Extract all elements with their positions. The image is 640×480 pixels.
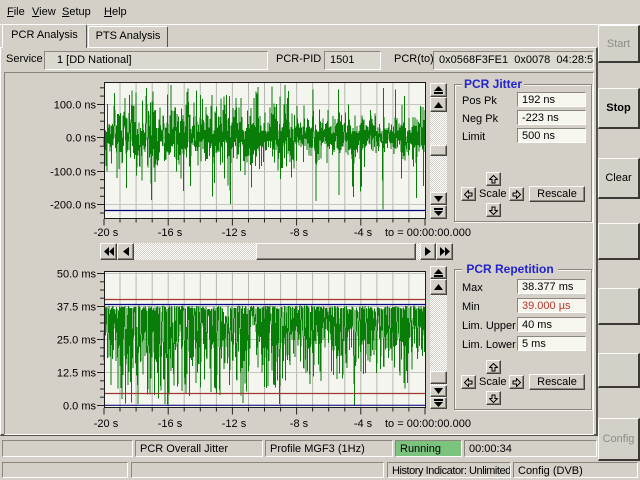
svg-text:-200.0 ns: -200.0 ns (50, 200, 96, 212)
svg-text:0.0 ms: 0.0 ms (63, 401, 97, 413)
svg-text:to = 00:00:00.000: to = 00:00:00.000 (385, 227, 471, 239)
svg-text:-12 s: -12 s (222, 418, 247, 430)
svg-text:0.0 ns: 0.0 ns (66, 133, 96, 145)
svg-text:-20 s: -20 s (94, 418, 119, 430)
svg-text:-8 s: -8 s (290, 227, 309, 239)
svg-text:12.5 ms: 12.5 ms (57, 368, 97, 380)
svg-text:37.5 ms: 37.5 ms (57, 302, 97, 314)
svg-text:-16 s: -16 s (158, 418, 183, 430)
svg-text:-12 s: -12 s (222, 227, 247, 239)
svg-text:100.0 ns: 100.0 ns (54, 100, 97, 112)
svg-text:-100.0 ns: -100.0 ns (50, 167, 96, 179)
svg-text:-20 s: -20 s (94, 227, 119, 239)
svg-text:-4 s: -4 s (354, 227, 373, 239)
svg-text:-8 s: -8 s (290, 418, 309, 430)
svg-text:25.0 ms: 25.0 ms (57, 335, 97, 347)
svg-text:-4 s: -4 s (354, 418, 373, 430)
svg-text:-16 s: -16 s (158, 227, 183, 239)
svg-text:to = 00:00:00.000: to = 00:00:00.000 (385, 418, 471, 430)
svg-text:50.0 ms: 50.0 ms (57, 269, 97, 281)
